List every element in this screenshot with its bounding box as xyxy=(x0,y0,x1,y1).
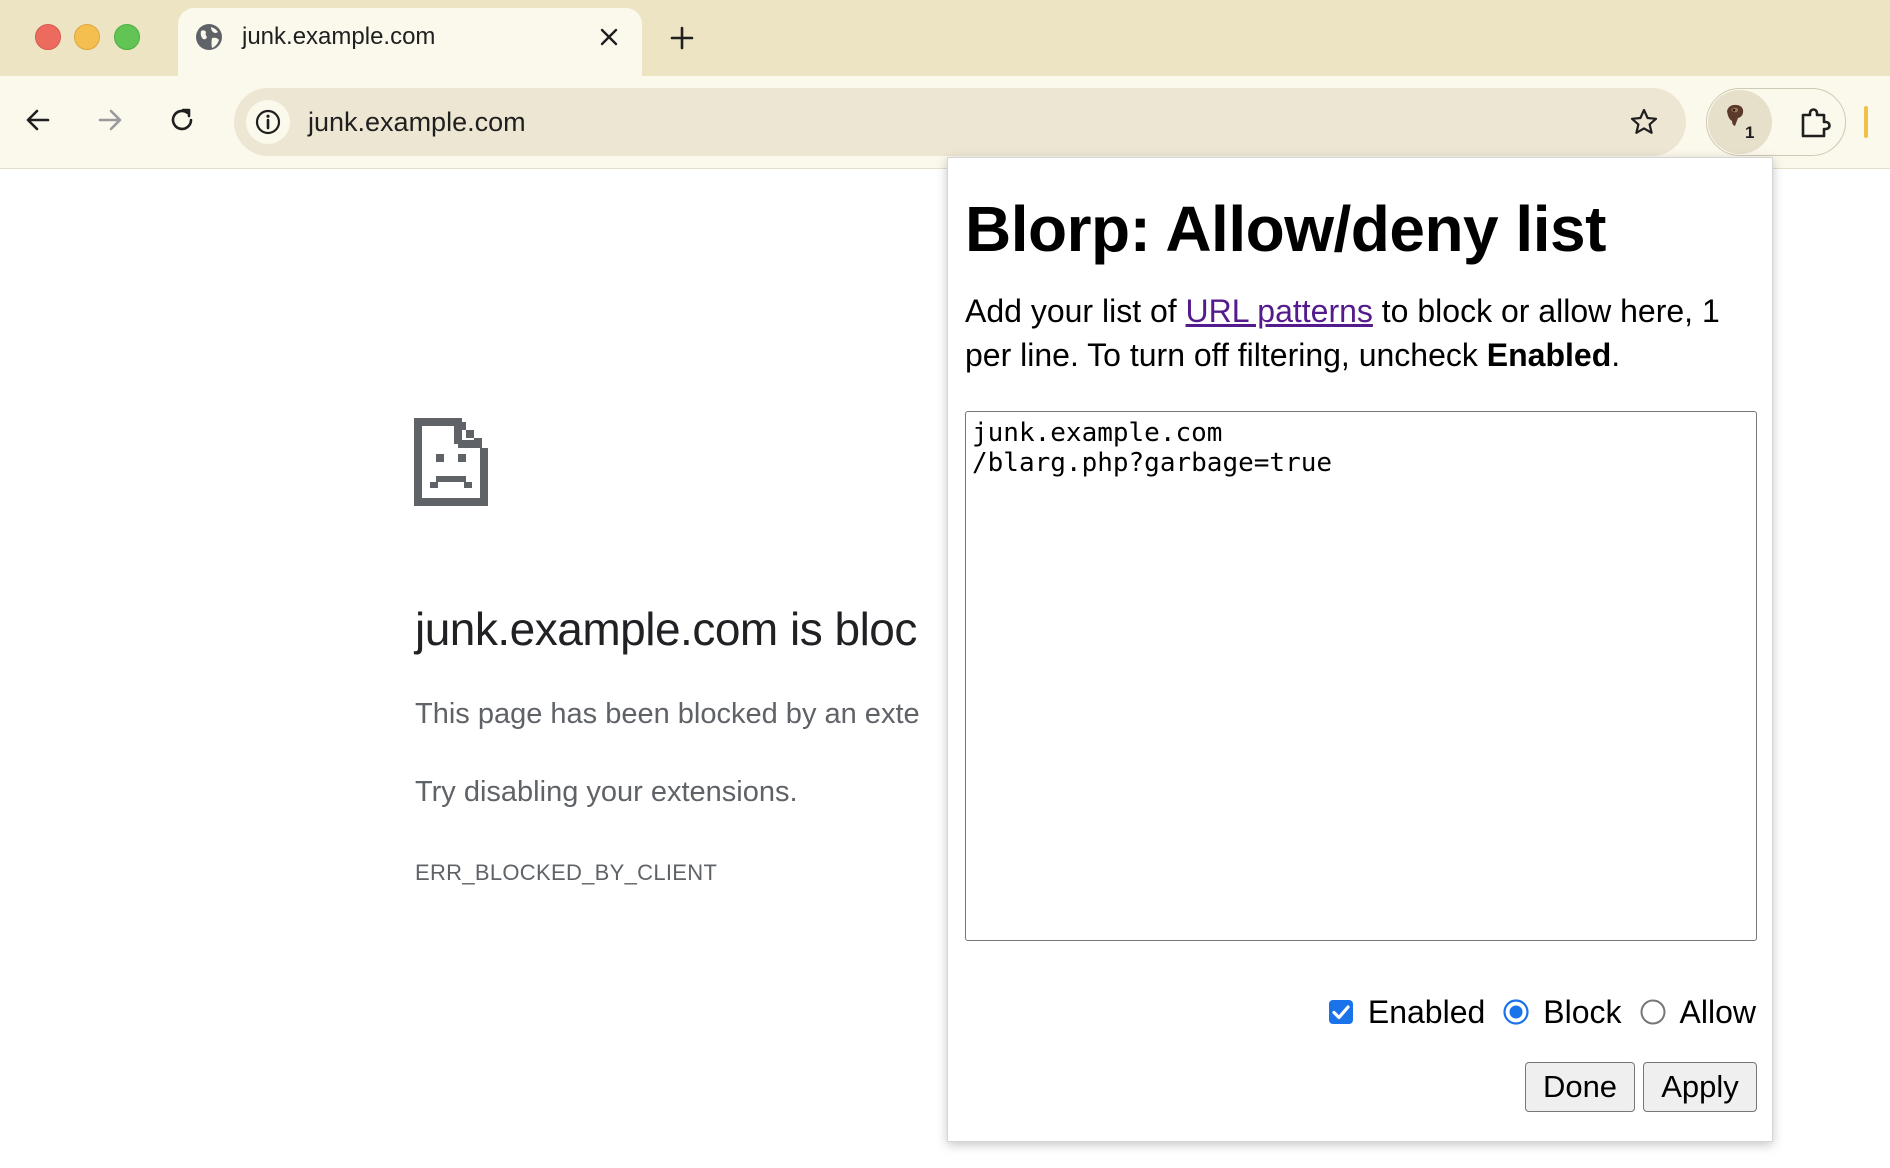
forward-button[interactable] xyxy=(88,98,132,142)
error-title: junk.example.com is bloc xyxy=(415,603,917,655)
site-info-button[interactable] xyxy=(246,100,290,144)
sad-document-icon xyxy=(414,418,488,506)
popup-description: Add your list of URL patterns to block o… xyxy=(965,289,1755,377)
block-label[interactable]: Block xyxy=(1543,994,1621,1031)
close-window-button[interactable] xyxy=(35,24,61,50)
enabled-checkbox[interactable] xyxy=(1328,999,1354,1025)
popup-title: Blorp: Allow/deny list xyxy=(965,193,1606,265)
done-button[interactable]: Done xyxy=(1525,1062,1635,1112)
extensions-area: 1 xyxy=(1706,88,1846,156)
enabled-label[interactable]: Enabled xyxy=(1368,994,1485,1031)
extension-badge: 1 xyxy=(1745,123,1755,142)
minimize-window-button[interactable] xyxy=(74,24,100,50)
apply-button[interactable]: Apply xyxy=(1643,1062,1757,1112)
url-patterns-textarea[interactable] xyxy=(965,411,1757,941)
plus-icon xyxy=(670,26,694,50)
address-bar[interactable]: junk.example.com xyxy=(234,88,1686,156)
url-patterns-link[interactable]: URL patterns xyxy=(1186,293,1373,329)
new-tab-button[interactable] xyxy=(664,20,700,56)
url-text[interactable]: junk.example.com xyxy=(308,106,526,138)
tab-title: junk.example.com xyxy=(242,23,436,50)
chrome-menu-edge[interactable] xyxy=(1864,106,1868,138)
info-icon xyxy=(255,109,281,135)
error-suggestion: Try disabling your extensions. xyxy=(415,776,798,808)
puzzle-icon[interactable] xyxy=(1797,105,1833,141)
back-button[interactable] xyxy=(16,98,60,142)
arrow-left-icon xyxy=(26,109,50,131)
bookmark-button[interactable] xyxy=(1624,102,1664,142)
reload-icon xyxy=(171,108,193,131)
browser-toolbar: junk.example.com 1 xyxy=(0,76,1890,169)
desc-text-end: . xyxy=(1611,337,1621,373)
active-tab[interactable]: junk.example.com xyxy=(178,8,642,76)
tab-strip: junk.example.com xyxy=(0,0,1890,76)
zoom-window-button[interactable] xyxy=(114,24,140,50)
desc-enabled-bold: Enabled xyxy=(1486,337,1612,373)
allow-label[interactable]: Allow xyxy=(1680,994,1756,1031)
close-tab-icon[interactable] xyxy=(594,22,624,52)
allow-radio[interactable] xyxy=(1640,999,1666,1025)
reload-button[interactable] xyxy=(160,98,204,142)
star-icon xyxy=(1630,108,1658,134)
arrow-right-icon xyxy=(98,109,122,131)
error-message: This page has been blocked by an exte xyxy=(415,698,920,730)
filter-controls: Enabled Block Allow xyxy=(1328,992,1756,1032)
globe-icon xyxy=(196,24,222,50)
error-code: ERR_BLOCKED_BY_CLIENT xyxy=(415,860,718,885)
block-radio[interactable] xyxy=(1503,999,1529,1025)
desc-text-start: Add your list of xyxy=(965,293,1186,329)
extension-popup: Blorp: Allow/deny list Add your list of … xyxy=(947,157,1773,1142)
